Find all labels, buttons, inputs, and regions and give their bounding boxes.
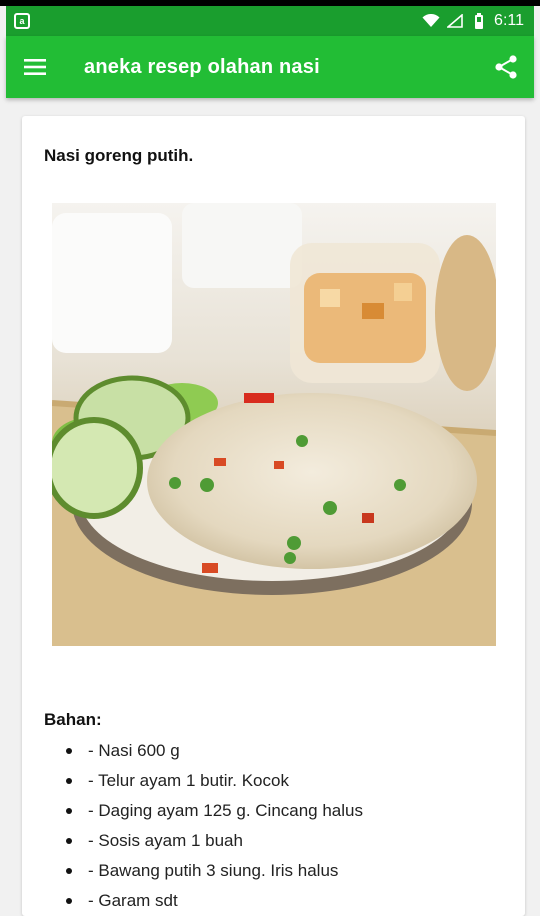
app-title: aneka resep olahan nasi: [84, 55, 320, 78]
ingredient-item: - Garam sdt: [66, 886, 363, 916]
ingredient-item: - Nasi 600 g: [66, 736, 363, 766]
recipe-title: Nasi goreng putih.: [44, 146, 194, 165]
bullet-icon: [66, 748, 72, 754]
wifi-icon: [422, 13, 440, 29]
status-bar: a 6:11: [6, 6, 534, 36]
ingredients-list: - Nasi 600 g - Telur ayam 1 butir. Kocok…: [66, 736, 363, 916]
ingredient-text: - Nasi 600 g: [88, 741, 180, 760]
bullet-icon: [66, 808, 72, 814]
ingredient-item: - Bawang putih 3 siung. Iris halus: [66, 856, 363, 886]
ingredient-text: - Bawang putih 3 siung. Iris halus: [88, 861, 339, 880]
signal-icon: [446, 13, 464, 29]
hamburger-menu-icon[interactable]: [6, 36, 64, 98]
recipe-card: Nasi goreng putih. Bahan: - Nasi 600 g -…: [22, 116, 525, 916]
ingredient-item: - Telur ayam 1 butir. Kocok: [66, 766, 363, 796]
app-notification-icon: a: [14, 13, 30, 29]
ingredient-text: - Telur ayam 1 butir. Kocok: [88, 771, 289, 790]
app-toolbar: aneka resep olahan nasi: [6, 36, 534, 98]
share-icon[interactable]: [478, 36, 534, 98]
bullet-icon: [66, 898, 72, 904]
ingredient-item: - Sosis ayam 1 buah: [66, 826, 363, 856]
bullet-icon: [66, 868, 72, 874]
bullet-icon: [66, 838, 72, 844]
ingredient-item: - Daging ayam 125 g. Cincang halus: [66, 796, 363, 826]
ingredient-text: - Daging ayam 125 g. Cincang halus: [88, 801, 363, 820]
notification-glyph: a: [19, 16, 25, 26]
ingredient-text: - Garam sdt: [88, 891, 178, 910]
fried-rice-photo: [52, 203, 496, 646]
bullet-icon: [66, 778, 72, 784]
clock: 6:11: [494, 12, 524, 29]
battery-icon: [470, 13, 488, 29]
ingredients-heading: Bahan:: [44, 710, 102, 729]
ingredient-text: - Sosis ayam 1 buah: [88, 831, 243, 850]
